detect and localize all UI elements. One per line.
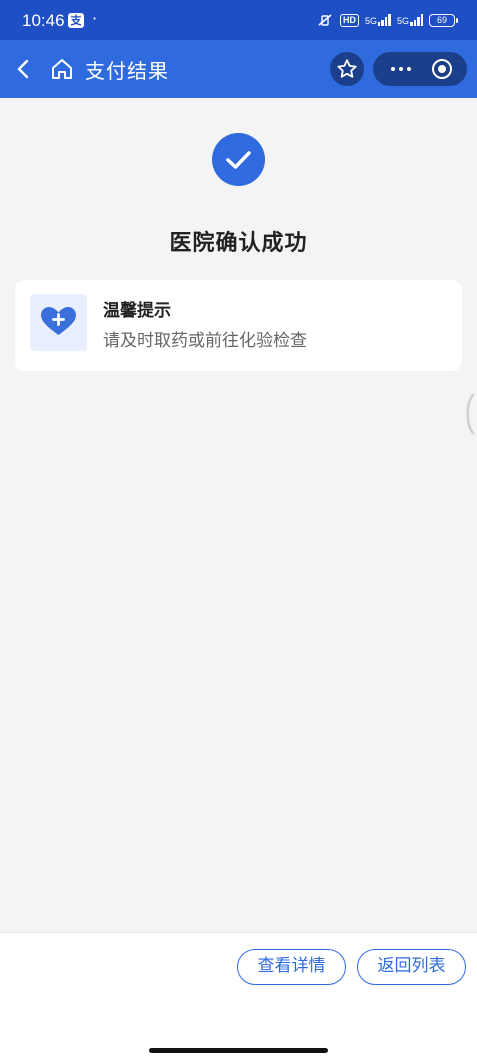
tip-title: 温馨提示: [103, 301, 171, 321]
sim2-label: 5G: [396, 16, 409, 26]
battery-icon: 69: [429, 13, 458, 27]
signal-icon: 5G: [397, 14, 423, 26]
status-bar: 10:46 支 · HD 5G 5G 69: [0, 0, 477, 40]
vibrate-off-icon: [316, 12, 334, 28]
tip-text: 请及时取药或前往化验检查: [103, 331, 307, 351]
signal-icon: 5G: [365, 14, 391, 26]
result-title: 医院确认成功: [169, 231, 308, 256]
status-icons: HD 5G 5G 69: [316, 10, 458, 30]
back-to-list-button[interactable]: 返回列表: [357, 949, 466, 985]
more-icon[interactable]: [387, 52, 415, 86]
home-indicator[interactable]: [149, 1048, 328, 1053]
tip-card: 温馨提示 请及时取药或前往化验检查: [15, 280, 462, 371]
hd-icon: HD: [339, 13, 359, 27]
alipay-notification-icon: 支: [68, 13, 84, 28]
home-icon[interactable]: [50, 57, 74, 81]
nav-bar: 支付结果: [0, 40, 477, 98]
heart-plus-icon: [30, 294, 87, 351]
sim1-label: 5G: [364, 16, 377, 26]
notification-dot: ·: [92, 9, 98, 28]
star-icon[interactable]: [330, 52, 364, 86]
page-title: 支付结果: [85, 59, 169, 83]
side-handle[interactable]: [462, 393, 477, 435]
bottom-action-bar: 查看详情 返回列表: [0, 932, 477, 1060]
chevron-left-icon[interactable]: [12, 54, 36, 84]
target-icon[interactable]: [432, 59, 452, 79]
mini-program-capsule: [373, 52, 467, 86]
status-time: 10:46: [22, 11, 65, 30]
checkmark-icon: [212, 133, 265, 186]
view-details-button[interactable]: 查看详情: [237, 949, 346, 985]
